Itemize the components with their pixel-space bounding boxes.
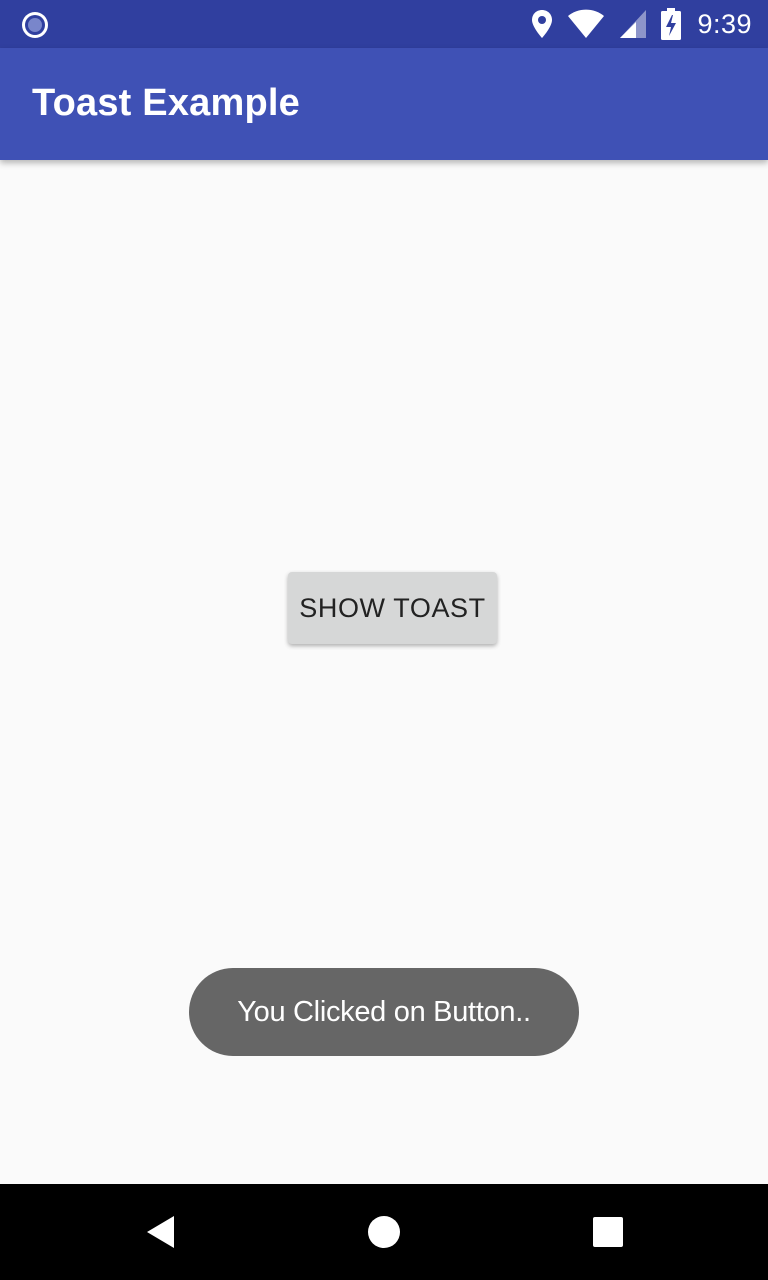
show-toast-button[interactable]: SHOW TOAST: [288, 572, 497, 644]
battery-charging-icon: [661, 8, 682, 40]
back-icon: [147, 1216, 174, 1248]
main-content: SHOW TOAST You Clicked on Button..: [0, 160, 768, 1184]
home-button[interactable]: [360, 1208, 408, 1256]
recents-button[interactable]: [584, 1208, 632, 1256]
toast-message: You Clicked on Button..: [189, 968, 579, 1056]
location-icon: [532, 10, 553, 38]
navigation-bar: [0, 1184, 768, 1280]
notification-circle-icon: [22, 12, 48, 38]
app-bar: Toast Example: [0, 48, 768, 160]
recents-icon: [593, 1217, 623, 1247]
status-bar: 9:39: [0, 0, 768, 48]
home-icon: [368, 1216, 400, 1248]
back-button[interactable]: [136, 1208, 184, 1256]
app-title: Toast Example: [32, 82, 300, 124]
cell-signal-icon: [620, 10, 647, 38]
status-time: 9:39: [697, 8, 752, 39]
status-icons: 9:39: [531, 0, 752, 48]
wifi-icon: [568, 9, 605, 38]
